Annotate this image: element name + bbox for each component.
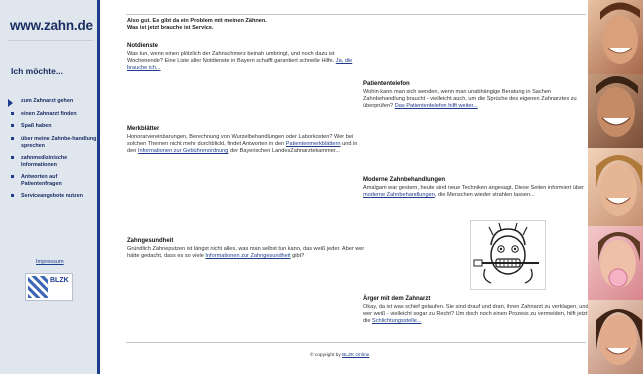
sidebar-item-label: über meine Zahnbe-handlung sprechen <box>21 136 97 149</box>
sidebar-item-label: zum Zahnarzt gehen <box>21 98 74 104</box>
copyright: © copyright by BLZK Online <box>310 353 370 358</box>
bullet-icon <box>11 175 14 179</box>
sidebar-item-label: Antworten auf Patientenfragen <box>21 174 62 187</box>
smiling-face-photo-5 <box>588 300 643 374</box>
face-photo-icon <box>598 232 640 288</box>
smiling-face-photo-1 <box>588 0 643 74</box>
moderne-zahnbehandlungen-link[interactable]: moderne Zahnbehandlungen <box>363 192 435 198</box>
active-arrow-icon <box>8 99 13 107</box>
section-title: Notdienste <box>127 43 159 49</box>
sidebar-item-zahnarzt-gehen[interactable]: zum Zahnarzt gehen <box>8 98 97 107</box>
bottom-rule <box>126 342 586 343</box>
blzk-logo[interactable]: BLZK <box>25 273 73 301</box>
sidebar-heading: Ich möchte... <box>11 66 63 76</box>
sidebar-item-zahnbehandlung[interactable]: über meine Zahnbe-handlung sprechen <box>9 136 97 149</box>
logo-divider <box>8 40 93 41</box>
sidebar-item-label: Serviceangebote nutzen <box>21 193 84 200</box>
section-text: Wohin kann man sich wenden, wenn man una… <box>363 88 577 109</box>
sidebar: www.zahn.de Ich möchte... zum Zahnarzt g… <box>0 0 97 374</box>
intro-line-2: Was ist jetzt brauche ist Service. <box>127 25 214 32</box>
patiententelefon-section: Patiententelefon Wohin kann man sich wen… <box>363 81 591 110</box>
gebuehrenordnung-link[interactable]: Informationen zur Gebührenordnung <box>138 148 229 154</box>
sidebar-item-service[interactable]: Serviceangebote nutzen <box>9 193 97 199</box>
notdienste-section: Notdienste Was tun, wenn einen plötzlich… <box>127 43 365 72</box>
face-photo-icon <box>596 76 638 137</box>
sidebar-item-label: zahnmedizinische Informationen <box>21 155 68 168</box>
zahngesundheit-link[interactable]: Informationen zur Zahngesundheit <box>205 253 290 259</box>
schlichtungsstelle-link[interactable]: Schlichtungsstelle... <box>372 318 421 324</box>
aerger-section: Ärger mit dem Zahnarzt Okay, da ist was … <box>363 296 589 325</box>
page: www.zahn.de Ich möchte... zum Zahnarzt g… <box>0 0 643 374</box>
bullet-icon <box>11 194 14 198</box>
top-rule <box>126 14 586 15</box>
sidebar-item-informationen[interactable]: zahnmedizinische Informationen <box>9 155 97 168</box>
bullet-icon <box>11 111 14 115</box>
zahngesundheit-section: Zahngesundheit Gründlich Zähneputzen ist… <box>127 238 365 260</box>
sidebar-item-patientenfragen[interactable]: Antworten auf Patientenfragen <box>9 174 97 187</box>
moderne-section: Moderne Zahnbehandlungen Amalgam war ges… <box>363 177 587 199</box>
bullet-icon <box>11 137 14 141</box>
section-title: Moderne Zahnbehandlungen <box>363 177 445 183</box>
sidebar-item-spass[interactable]: Spaß haben <box>9 123 97 129</box>
section-title: Ärger mit dem Zahnarzt <box>363 296 431 302</box>
section-text: Gründlich Zähneputzen ist längst nicht a… <box>127 245 365 259</box>
blzk-online-link[interactable]: BLZK Online <box>342 353 369 358</box>
patientenmerkblaetter-link[interactable]: Patientenmerkblättern <box>286 141 341 147</box>
smiling-face-photo-3 <box>588 148 643 226</box>
bullet-icon <box>11 156 14 160</box>
bullet-icon <box>11 124 14 128</box>
face-photo-icon <box>596 309 642 365</box>
section-title: Zahngesundheit <box>127 238 174 244</box>
smiling-face-photo-4 <box>588 226 643 300</box>
section-text: Honorarvereinbarungen, Berechnung von Wu… <box>127 133 358 154</box>
face-photo-icon <box>600 2 640 64</box>
smiling-face-photo-2 <box>588 74 643 148</box>
face-photo-icon <box>596 155 642 216</box>
sidebar-item-label: einen Zahnarzt finden <box>21 110 77 117</box>
patiententelefon-link[interactable]: Das Patiententelefon hilft weiter... <box>395 103 478 109</box>
impressum-link[interactable]: Impressum <box>36 259 64 265</box>
photo-strip <box>588 0 643 374</box>
site-logo[interactable]: www.zahn.de <box>10 18 93 33</box>
sidebar-item-zahnarzt-finden[interactable]: einen Zahnarzt finden <box>9 111 97 117</box>
merkblaetter-section: Merkblätter Honorarvereinbarungen, Berec… <box>127 126 364 155</box>
section-title: Patiententelefon <box>363 81 410 87</box>
sidebar-nav: zum Zahnarzt gehen einen Zahnarzt finden… <box>8 98 97 206</box>
brushing-teeth-icon <box>473 222 539 284</box>
bavarian-diamond-icon <box>28 276 48 298</box>
sidebar-divider <box>97 0 100 374</box>
section-text: Amalgam war gestern, heute sind neue Tec… <box>363 184 584 198</box>
section-title: Merkblätter <box>127 126 160 132</box>
intro-line-1: Also gut. Es gibt da ein Problem mit mei… <box>127 18 267 24</box>
section-text: Was tun, wenn einen plötzlich der Zahnsc… <box>127 50 353 71</box>
blzk-logo-text: BLZK <box>50 277 69 284</box>
section-text: Okay, da ist was schief gelaufen. Sie si… <box>363 303 589 324</box>
cartoon-illustration <box>470 220 546 290</box>
sidebar-item-label: Spaß haben <box>21 123 52 130</box>
intro-text: Also gut. Es gibt da ein Problem mit mei… <box>127 18 267 32</box>
